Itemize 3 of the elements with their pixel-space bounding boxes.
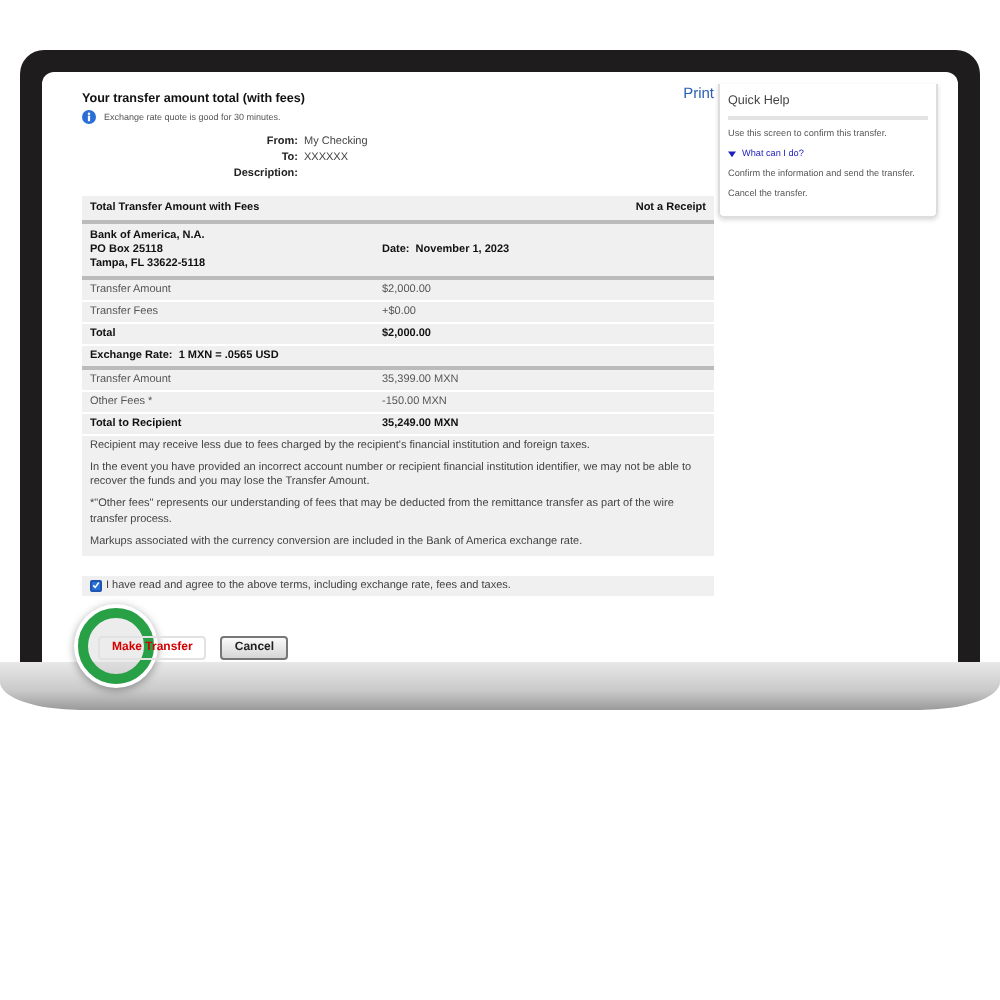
info-icon xyxy=(82,110,96,124)
agree-checkbox[interactable] xyxy=(90,579,102,592)
caret-icon xyxy=(728,150,736,159)
